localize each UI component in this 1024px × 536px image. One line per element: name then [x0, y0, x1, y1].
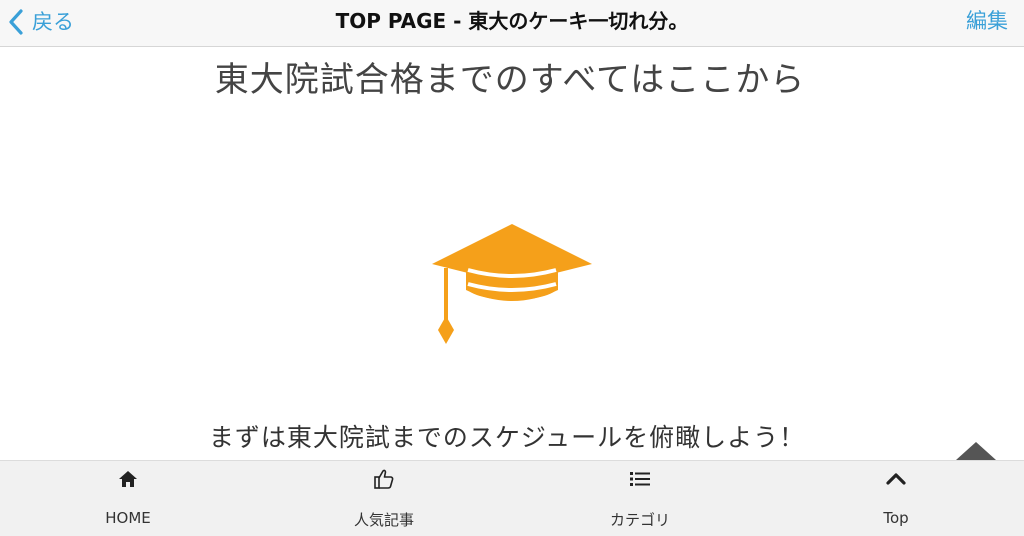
navigation-bar: 戻る TOP PAGE - 東大のケーキ一切れ分。 編集	[0, 0, 1024, 47]
schedule-prompt-text: まずは東大院試までのスケジュールを俯瞰しよう！	[208, 423, 806, 452]
back-button-label: 戻る	[32, 10, 74, 34]
hero-headline: 東大院試合格までのすべてはここから	[214, 60, 806, 100]
thumbs-up-icon	[372, 467, 396, 491]
edit-button[interactable]: 編集	[966, 0, 1008, 42]
tab-categories[interactable]: カテゴリ	[512, 461, 768, 536]
home-icon	[116, 467, 140, 491]
bottom-tab-bar: HOME 人気記事 カテゴリ Top	[0, 460, 1024, 536]
list-icon	[628, 467, 652, 491]
app-screen: 戻る TOP PAGE - 東大のケーキ一切れ分。 編集 東大院試合格までのすべ…	[0, 0, 1024, 536]
chevron-up-icon	[884, 467, 908, 491]
tab-top-label: Top	[883, 509, 909, 527]
chevron-left-icon	[4, 4, 28, 40]
tab-categories-label: カテゴリ	[609, 511, 670, 529]
tab-home-label: HOME	[105, 509, 151, 527]
back-button[interactable]: 戻る	[4, 4, 74, 40]
page-title: TOP PAGE - 東大のケーキ一切れ分。	[335, 9, 689, 33]
scroll-to-top-tab[interactable]	[954, 440, 998, 462]
tab-home[interactable]: HOME	[0, 461, 256, 536]
tab-popular-articles-label: 人気記事	[353, 511, 414, 529]
graduation-cap-icon	[428, 220, 596, 350]
tab-popular-articles[interactable]: 人気記事	[256, 461, 512, 536]
tab-top[interactable]: Top	[768, 461, 1024, 536]
